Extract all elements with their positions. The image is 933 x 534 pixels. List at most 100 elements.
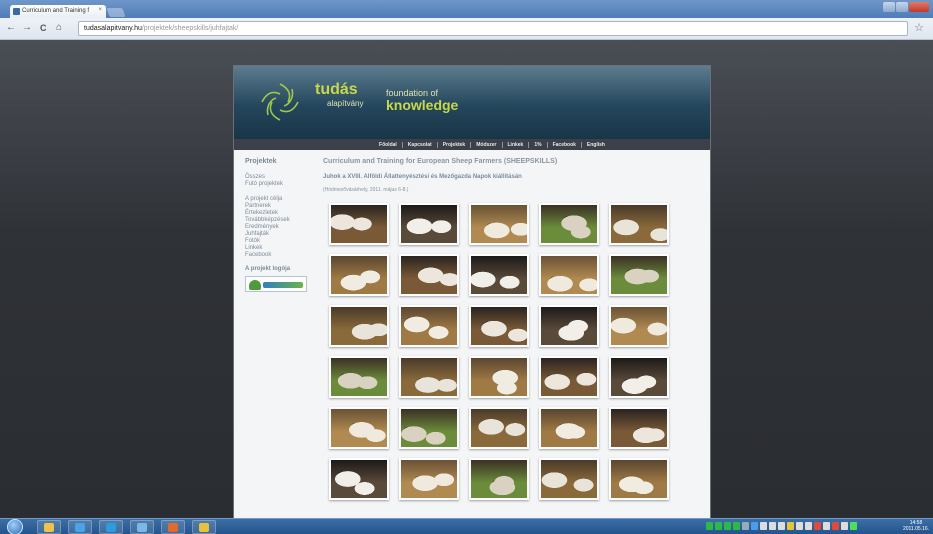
sidebar-link[interactable]: Juhfajták <box>245 231 315 238</box>
gallery-thumbnail[interactable] <box>399 305 459 347</box>
menu-item[interactable]: English <box>582 142 610 148</box>
browser-tab[interactable]: Curriculum and Training f × <box>10 5 106 18</box>
gallery-thumbnail[interactable] <box>399 203 459 245</box>
tray-icon[interactable] <box>841 522 848 530</box>
sheep-photo <box>401 409 457 447</box>
reload-button[interactable]: C <box>40 22 47 34</box>
gallery-thumbnail[interactable] <box>609 305 669 347</box>
gallery-thumbnail[interactable] <box>329 305 389 347</box>
tab-title: Curriculum and Training f <box>22 8 90 14</box>
gallery-thumbnail[interactable] <box>539 458 599 500</box>
tray-icon[interactable] <box>814 522 821 530</box>
tray-icon[interactable] <box>724 522 731 530</box>
tray-icon[interactable] <box>742 522 749 530</box>
gallery-thumbnail[interactable] <box>609 203 669 245</box>
taskbar-app-ie[interactable] <box>68 520 92 534</box>
gallery-thumbnail[interactable] <box>539 407 599 449</box>
close-window-button[interactable] <box>909 2 929 12</box>
gallery-thumbnail[interactable] <box>329 203 389 245</box>
taskbar-app-skype[interactable] <box>99 520 123 534</box>
gallery-thumbnail[interactable] <box>539 254 599 296</box>
tab-close-icon[interactable]: × <box>98 7 102 13</box>
sidebar-link[interactable]: Összes <box>245 174 315 181</box>
project-logo[interactable] <box>245 276 307 292</box>
tray-icon[interactable] <box>778 522 785 530</box>
tray-icon[interactable] <box>760 522 767 530</box>
sidebar-link[interactable]: Továbbképzések <box>245 217 315 224</box>
sidebar-link[interactable]: Partnerek <box>245 203 315 210</box>
forward-button[interactable]: → <box>22 22 32 34</box>
page-viewport[interactable]: tudás alapítvány foundation of knowledge… <box>0 40 933 518</box>
sheep-photo <box>331 409 387 447</box>
gallery-thumbnail[interactable] <box>469 458 529 500</box>
menu-item[interactable]: Linkek <box>503 141 530 148</box>
gallery-thumbnail[interactable] <box>539 356 599 398</box>
gallery-thumbnail[interactable] <box>399 356 459 398</box>
tray-icon[interactable] <box>715 522 722 530</box>
clock[interactable]: 14:58 2011.05.16. <box>903 520 929 532</box>
taskbar-app-explorer[interactable] <box>37 520 61 534</box>
gallery-thumbnail[interactable] <box>609 254 669 296</box>
tray-icon[interactable] <box>850 522 857 530</box>
sidebar-link[interactable]: A projekt célja <box>245 196 315 203</box>
menu-item[interactable]: Kapcsolat <box>403 141 438 148</box>
menu-item[interactable]: Projektek <box>438 141 472 148</box>
tray-icon[interactable] <box>769 522 776 530</box>
gallery-thumbnail[interactable] <box>469 305 529 347</box>
gallery-thumbnail[interactable] <box>329 356 389 398</box>
site-banner: tudás alapítvány foundation of knowledge <box>234 66 710 139</box>
tray-icon[interactable] <box>706 522 713 530</box>
bookmark-star-icon[interactable]: ☆ <box>914 21 924 34</box>
gallery-thumbnail[interactable] <box>539 305 599 347</box>
tray-icon[interactable] <box>832 522 839 530</box>
menu-item[interactable]: Facebook <box>548 141 582 148</box>
sheep-photo <box>471 358 527 396</box>
gallery-thumbnail[interactable] <box>399 254 459 296</box>
sidebar-link[interactable]: Linkek <box>245 245 315 252</box>
sidebar-link[interactable]: Fotók <box>245 238 315 245</box>
gallery-thumbnail[interactable] <box>329 407 389 449</box>
new-tab-button[interactable] <box>106 8 126 17</box>
gallery-thumbnail[interactable] <box>329 458 389 500</box>
minimize-button[interactable] <box>883 2 895 12</box>
tray-icon[interactable] <box>823 522 830 530</box>
sidebar-link[interactable]: Eredmények <box>245 224 315 231</box>
menu-item[interactable]: Módszer <box>471 141 503 148</box>
gallery-thumbnail[interactable] <box>609 407 669 449</box>
taskbar-app-office[interactable] <box>161 520 185 534</box>
tray-icon[interactable] <box>787 522 794 530</box>
tray-icon[interactable] <box>751 522 758 530</box>
gallery-thumbnail[interactable] <box>469 356 529 398</box>
gallery-thumbnail[interactable] <box>469 407 529 449</box>
menu-item[interactable]: 1% <box>529 141 548 148</box>
menu-item[interactable]: Főoldal <box>374 141 403 148</box>
sidebar-logo-title: A projekt logója <box>245 266 291 272</box>
gallery-thumbnail[interactable] <box>469 203 529 245</box>
logo-alapitvany: alapítvány <box>327 99 364 108</box>
sheep-photo <box>331 205 387 243</box>
address-bar[interactable]: tudasalapitvany.hu/projektek/sheepskills… <box>78 21 908 36</box>
sidebar-link[interactable]: Futó projektek <box>245 181 315 188</box>
tray-icon[interactable] <box>733 522 740 530</box>
taskbar-app-media[interactable] <box>130 520 154 534</box>
gallery-thumbnail[interactable] <box>609 356 669 398</box>
sidebar-link[interactable]: Facebook <box>245 252 315 259</box>
gallery-thumbnail[interactable] <box>469 254 529 296</box>
home-button[interactable]: ⌂ <box>56 22 62 34</box>
sheep-photo <box>331 460 387 498</box>
sidebar-link[interactable]: Értekezletek <box>245 210 315 217</box>
start-button[interactable] <box>7 519 23 534</box>
gallery-thumbnail[interactable] <box>399 407 459 449</box>
browser-toolbar: ← → C ⌂ tudasalapitvany.hu/projektek/she… <box>0 18 933 40</box>
back-button[interactable]: ← <box>6 22 16 34</box>
sheep-photo <box>471 256 527 294</box>
gallery-thumbnail[interactable] <box>399 458 459 500</box>
tray-icon[interactable] <box>796 522 803 530</box>
maximize-button[interactable] <box>896 2 908 12</box>
gallery-thumbnail[interactable] <box>329 254 389 296</box>
tray-icon[interactable] <box>805 522 812 530</box>
sheep-photo <box>541 256 597 294</box>
gallery-thumbnail[interactable] <box>609 458 669 500</box>
taskbar-app-chrome[interactable] <box>192 520 216 534</box>
gallery-thumbnail[interactable] <box>539 203 599 245</box>
